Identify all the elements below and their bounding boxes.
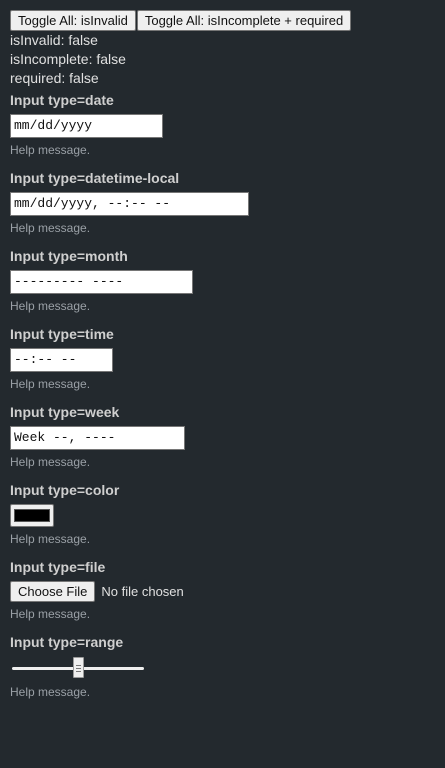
- page: Toggle All: isInvalid Toggle All: isInco…: [0, 0, 445, 768]
- toolbar: Toggle All: isInvalid Toggle All: isInco…: [10, 10, 445, 31]
- field-label-datetime-local: Input type=datetime-local: [10, 170, 180, 186]
- field-month: Input type=month --------- ---- Help mes…: [10, 248, 445, 314]
- file-status-text: No file chosen: [101, 584, 184, 599]
- date-input[interactable]: mm/dd/yyyy: [10, 114, 163, 138]
- help-message-datetime-local: Help message.: [10, 221, 91, 235]
- field-label-time: Input type=time: [10, 326, 114, 342]
- field-label-file: Input type=file: [10, 559, 106, 575]
- help-message-date: Help message.: [10, 143, 91, 157]
- status-required: required: false: [10, 70, 99, 86]
- datetime-local-input[interactable]: mm/dd/yyyy, --:-- --: [10, 192, 249, 216]
- field-file: Input type=file Choose File No file chos…: [10, 559, 445, 622]
- color-input[interactable]: [10, 504, 54, 527]
- help-message-week: Help message.: [10, 455, 91, 469]
- week-input[interactable]: Week --, ----: [10, 426, 185, 450]
- help-message-month: Help message.: [10, 299, 91, 313]
- field-label-date: Input type=date: [10, 92, 114, 108]
- month-input[interactable]: --------- ----: [10, 270, 193, 294]
- field-date: Input type=date mm/dd/yyyy Help message.: [10, 92, 445, 158]
- field-time: Input type=time --:-- -- Help message.: [10, 326, 445, 392]
- field-label-month: Input type=month: [10, 248, 128, 264]
- field-datetime-local: Input type=datetime-local mm/dd/yyyy, --…: [10, 170, 445, 236]
- help-message-color: Help message.: [10, 532, 91, 546]
- status-panel: isInvalid: false isIncomplete: false req…: [10, 31, 445, 88]
- range-thumb[interactable]: [73, 657, 84, 678]
- field-color: Input type=color Help message.: [10, 482, 445, 547]
- field-range: Input type=range Help message.: [10, 634, 445, 700]
- toggle-invalid-button[interactable]: Toggle All: isInvalid: [10, 10, 136, 31]
- status-is-invalid: isInvalid: false: [10, 32, 98, 48]
- time-input[interactable]: --:-- --: [10, 348, 113, 372]
- range-slider[interactable]: [12, 656, 144, 680]
- field-week: Input type=week Week --, ---- Help messa…: [10, 404, 445, 470]
- choose-file-button[interactable]: Choose File: [10, 581, 96, 602]
- status-is-incomplete: isIncomplete: false: [10, 51, 126, 67]
- help-message-range: Help message.: [10, 685, 91, 699]
- help-message-time: Help message.: [10, 377, 91, 391]
- help-message-file: Help message.: [10, 607, 91, 621]
- field-label-color: Input type=color: [10, 482, 120, 498]
- color-swatch-fill: [14, 509, 50, 522]
- field-label-range: Input type=range: [10, 634, 124, 650]
- field-label-week: Input type=week: [10, 404, 120, 420]
- file-input: Choose File No file chosen: [10, 581, 445, 602]
- toggle-incomplete-required-button[interactable]: Toggle All: isIncomplete + required: [136, 10, 352, 31]
